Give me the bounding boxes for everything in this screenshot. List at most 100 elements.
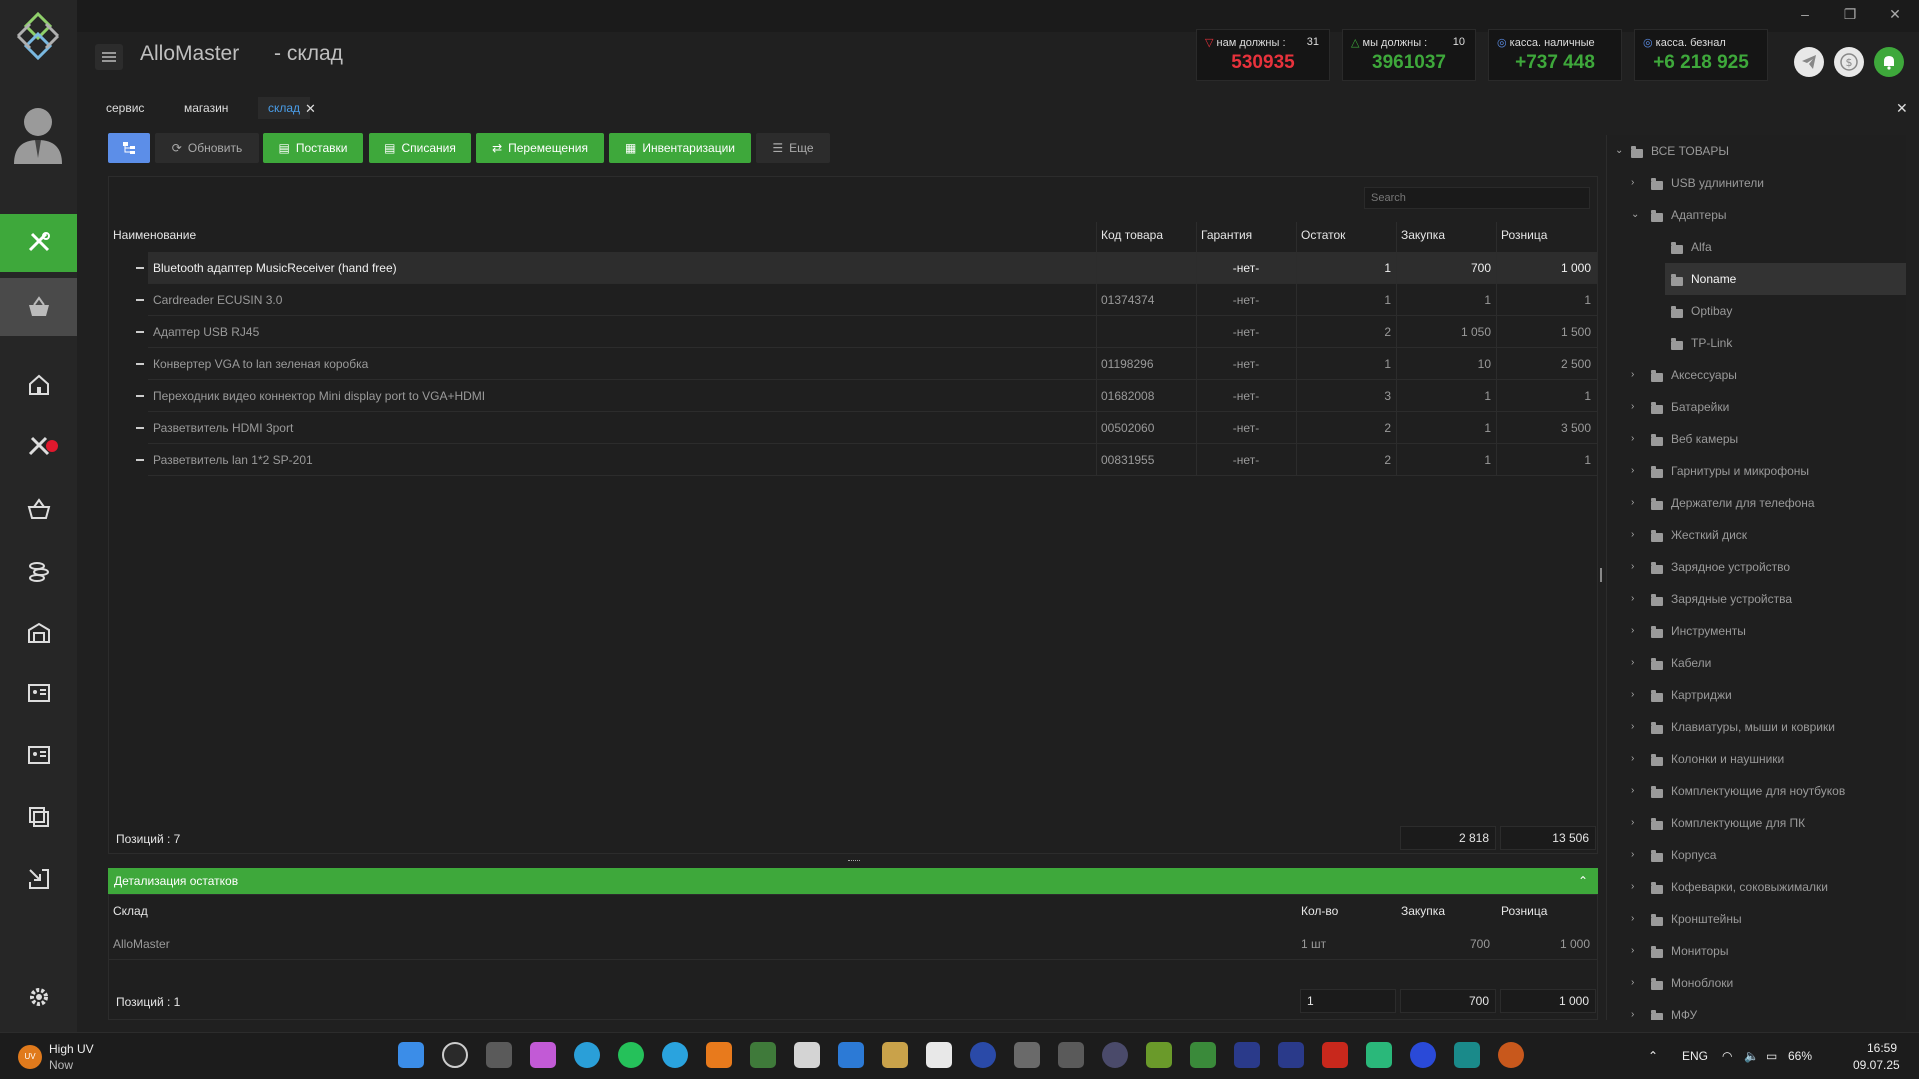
tray-chevron-icon[interactable]: ⌃ (1648, 1049, 1658, 1063)
search-input[interactable]: Search (1364, 187, 1590, 209)
nav-service-active[interactable] (0, 214, 77, 272)
tree-item[interactable]: Адаптеры (1671, 199, 1727, 231)
tree-item[interactable]: Зарядное устройство (1671, 551, 1790, 583)
col-header-purchase[interactable]: Закупка (1401, 222, 1445, 248)
filezilla-icon[interactable] (1322, 1042, 1348, 1068)
splitter-handle[interactable] (848, 860, 860, 862)
tree-item[interactable]: Веб камеры (1671, 423, 1738, 455)
detail-row[interactable]: AlloMaster 1 шт 700 1 000 (108, 928, 1598, 960)
chevron-right-icon[interactable]: › (1631, 817, 1634, 828)
nav-contacts[interactable] (0, 664, 77, 722)
tab-service[interactable]: сервис (106, 97, 144, 119)
app-icon[interactable] (970, 1042, 996, 1068)
col-header-stock[interactable]: Остаток (1301, 222, 1345, 248)
tree-item[interactable]: Optibay (1691, 295, 1732, 327)
start-icon[interactable] (398, 1042, 424, 1068)
tree-item[interactable]: Зарядные устройства (1671, 583, 1792, 615)
nav-repairs[interactable] (0, 418, 77, 476)
inventory-button[interactable]: ▦ Инвентаризации (609, 133, 751, 163)
tree-item[interactable]: Комплектующие для ПК (1671, 807, 1805, 839)
menu-button[interactable] (95, 44, 123, 70)
stat-cash[interactable]: ◎ касса. наличные +737 448 (1488, 29, 1622, 81)
row-expander-icon[interactable] (136, 363, 144, 365)
detail-header-qty[interactable]: Кол-во (1301, 898, 1338, 924)
user-avatar[interactable] (10, 102, 66, 168)
tree-root[interactable]: ВСЕ ТОВАРЫ (1651, 135, 1729, 167)
row-expander-icon[interactable] (136, 395, 144, 397)
chevron-right-icon[interactable]: › (1631, 561, 1634, 572)
nav-home[interactable] (0, 356, 77, 414)
language-indicator[interactable]: ENG (1682, 1049, 1708, 1063)
tree-item[interactable]: Инструменты (1671, 615, 1746, 647)
close-window-icon[interactable]: ✕ (1885, 6, 1905, 23)
tree-item[interactable]: Гарнитуры и микрофоны (1671, 455, 1809, 487)
clock-date[interactable]: 09.07.25 (1853, 1058, 1900, 1072)
app-icon[interactable] (1014, 1042, 1040, 1068)
tab-shop[interactable]: магазин (184, 97, 228, 119)
app-icon[interactable] (1410, 1042, 1436, 1068)
refresh-button[interactable]: ⟳ Обновить (155, 133, 259, 163)
table-row[interactable]: Bluetooth адаптер MusicReceiver (hand fr… (148, 252, 1597, 284)
app-icon[interactable] (794, 1042, 820, 1068)
table-row[interactable]: Конвертер VGA to lan зеленая коробка 0119… (148, 348, 1597, 380)
chevron-right-icon[interactable]: › (1631, 497, 1634, 508)
chevron-right-icon[interactable]: › (1631, 1009, 1634, 1020)
sublime-icon[interactable] (706, 1042, 732, 1068)
app-icon[interactable] (1234, 1042, 1260, 1068)
tree-item[interactable]: Картриджи (1671, 679, 1732, 711)
nav-warehouse[interactable] (0, 604, 77, 662)
tree-item[interactable]: Alfa (1691, 231, 1712, 263)
mail-icon[interactable] (838, 1042, 864, 1068)
table-row[interactable]: Адаптер USB RJ45 -нет- 2 1 050 1 500 (148, 316, 1597, 348)
panel-resize-handle[interactable] (1600, 568, 1602, 582)
stat-owed-to-us[interactable]: ▽ нам должны : 31 530935 (1196, 29, 1330, 81)
file-icon[interactable] (926, 1042, 952, 1068)
chevron-right-icon[interactable]: › (1631, 593, 1634, 604)
table-row[interactable]: Переходник видео коннектор Mini display … (148, 380, 1597, 412)
chevron-right-icon[interactable]: › (1631, 753, 1634, 764)
tree-item[interactable]: Клавиатуры, мыши и коврики (1671, 711, 1835, 743)
chevron-down-icon[interactable]: ⌄ (1631, 209, 1639, 220)
whatsapp-icon[interactable] (618, 1042, 644, 1068)
minimize-icon[interactable]: – (1795, 6, 1815, 22)
stat-we-owe[interactable]: △ мы должны : 10 3961037 (1342, 29, 1476, 81)
chevron-right-icon[interactable]: › (1631, 465, 1634, 476)
app-icon[interactable] (1190, 1042, 1216, 1068)
tree-item[interactable]: Комплектующие для ноутбуков (1671, 775, 1845, 807)
detail-header-purchase[interactable]: Закупка (1401, 898, 1445, 924)
chevron-right-icon[interactable]: › (1631, 849, 1634, 860)
app-icon[interactable] (1278, 1042, 1304, 1068)
detail-header-retail[interactable]: Розница (1501, 898, 1547, 924)
task-view-icon[interactable] (486, 1042, 512, 1068)
edge-icon[interactable] (574, 1042, 600, 1068)
telegram-app-icon[interactable] (662, 1042, 688, 1068)
app-icon[interactable] (1146, 1042, 1172, 1068)
nav-basket[interactable] (0, 480, 77, 538)
more-button[interactable]: ☰ Еще (756, 133, 830, 163)
detail-panel-header[interactable]: Детализация остатков ⌃ (108, 868, 1598, 894)
tree-item[interactable]: Батарейки (1671, 391, 1729, 423)
app-icon[interactable] (1058, 1042, 1084, 1068)
chevron-down-icon[interactable]: ⌄ (1615, 145, 1623, 156)
col-header-name[interactable]: Наименование (113, 222, 196, 248)
table-row[interactable]: Разветвитель HDMI 3port 00502060 -нет- 2 1 3 … (148, 412, 1597, 444)
chevron-right-icon[interactable]: › (1631, 657, 1634, 668)
chevron-right-icon[interactable]: › (1631, 689, 1634, 700)
money-button[interactable]: $ (1834, 47, 1864, 77)
copilot-icon[interactable] (530, 1042, 556, 1068)
tree-item[interactable]: Мониторы (1671, 935, 1728, 967)
row-expander-icon[interactable] (136, 299, 144, 301)
nav-clients[interactable] (0, 726, 77, 784)
app-icon[interactable] (1102, 1042, 1128, 1068)
tree-item[interactable]: Колонки и наушники (1671, 743, 1784, 775)
tree-item[interactable]: Кабели (1671, 647, 1711, 679)
tree-item[interactable]: Кронштейны (1671, 903, 1742, 935)
tree-item[interactable]: Жесткий диск (1671, 519, 1747, 551)
volume-icon[interactable]: 🔈 (1744, 1049, 1759, 1063)
detail-header-store[interactable]: Склад (113, 898, 148, 924)
chevron-right-icon[interactable]: › (1631, 369, 1634, 380)
chevron-right-icon[interactable]: › (1631, 625, 1634, 636)
app-icon[interactable] (1454, 1042, 1480, 1068)
chevron-right-icon[interactable]: › (1631, 977, 1634, 988)
close-tab-icon[interactable]: ✕ (305, 101, 316, 117)
